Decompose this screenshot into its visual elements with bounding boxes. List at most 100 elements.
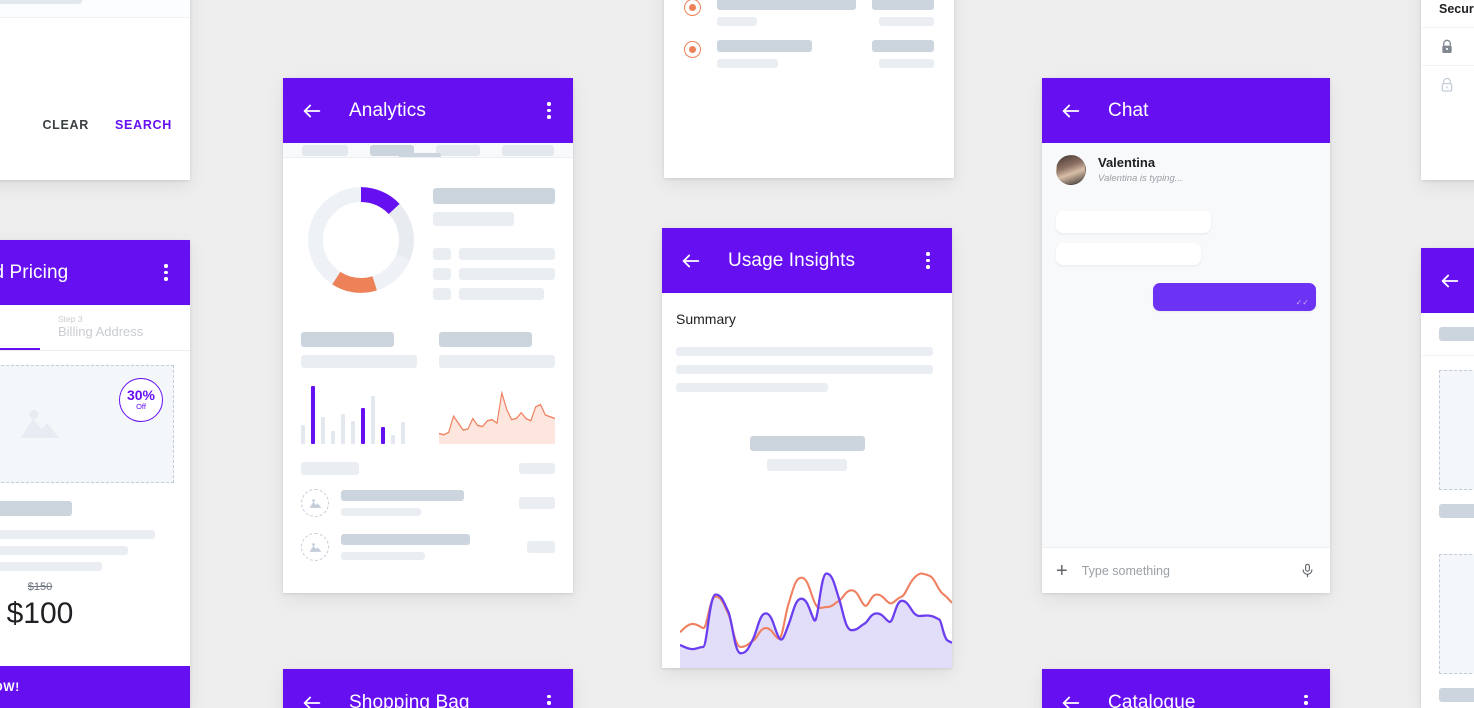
bar	[301, 424, 305, 444]
security-settings-card: $ Security	[1421, 0, 1474, 180]
metric-subtitle-placeholder	[439, 355, 555, 368]
timeline-row-title	[717, 0, 856, 10]
list-item[interactable]	[301, 489, 555, 517]
step-billing-address[interactable]: Step 3 Billing Address	[40, 305, 190, 350]
image-placeholder-icon	[20, 409, 60, 438]
pricing-stepper: Step 2 Pricing Step 3 Billing Address	[0, 305, 190, 351]
microphone-icon[interactable]	[1300, 561, 1316, 581]
bar	[391, 435, 395, 444]
avatar	[1056, 155, 1086, 186]
step-active-indicator	[0, 347, 40, 350]
step-pricing[interactable]: Step 2 Pricing	[0, 305, 40, 350]
page-title: Analytics	[349, 99, 426, 121]
summary-heading: Summary	[676, 311, 736, 327]
message-input[interactable]: Type something	[1082, 564, 1286, 578]
step-pricing-label: Pricing	[0, 324, 40, 341]
usage-area-chart	[680, 563, 952, 668]
bar-highlight	[361, 408, 365, 444]
usage-appbar: Usage Insights	[662, 228, 952, 293]
back-arrow-icon[interactable]	[297, 96, 327, 126]
tab-4[interactable]	[502, 144, 554, 156]
analytics-list	[301, 462, 555, 561]
tab-1[interactable]	[302, 144, 348, 156]
settings-row-security[interactable]: Security	[1421, 0, 1474, 28]
summary-line	[676, 347, 933, 356]
donut-section	[301, 180, 555, 308]
chat-composer: + Type something	[1042, 547, 1330, 593]
chat-contact-header[interactable]: Valentina Valentina is typing...	[1042, 143, 1330, 198]
search-button[interactable]: SEARCH	[115, 118, 172, 132]
right-card-line	[1439, 688, 1474, 702]
donut-chart	[308, 187, 414, 293]
analytics-appbar: Analytics	[283, 78, 573, 143]
plus-icon[interactable]: +	[1056, 561, 1068, 581]
lock-filled-icon	[1442, 39, 1452, 53]
legend-item	[433, 248, 555, 260]
overflow-menu-icon[interactable]	[539, 99, 559, 123]
tab-3[interactable]	[436, 144, 480, 156]
settings-row-lock-outline[interactable]	[1421, 66, 1474, 104]
area-chart	[439, 386, 555, 444]
legend-swatch	[433, 248, 451, 260]
settings-security-label: Security	[1439, 1, 1474, 16]
metrics-section	[301, 332, 555, 444]
analytics-card: Analytics	[283, 78, 573, 593]
back-arrow-icon[interactable]	[676, 246, 706, 276]
summary-line	[676, 383, 828, 392]
image-placeholder-box	[1439, 554, 1474, 674]
right-card-body	[1421, 313, 1474, 708]
timeline-row-sub	[717, 59, 779, 68]
right-card-line	[1439, 504, 1474, 518]
contact-name: Valentina	[1098, 155, 1156, 170]
chat-bubble-incoming	[1056, 243, 1201, 266]
search-dialog-card: CLEAR SEARCH	[0, 0, 190, 180]
settings-row-lock-filled[interactable]	[1421, 28, 1474, 66]
metric-bar-chart-block	[301, 332, 417, 444]
pricing-appbar: tiered Pricing	[0, 240, 190, 305]
chat-bubble-outgoing: ✓✓	[1153, 283, 1316, 312]
metric-area-chart-block	[439, 332, 555, 444]
page-title: Catalogue	[1108, 692, 1196, 708]
list-item[interactable]	[301, 533, 555, 561]
list-item-title	[341, 534, 470, 545]
list-header-label	[301, 462, 359, 475]
timeline-dot-icon	[684, 41, 701, 58]
usage-insights-card: Usage Insights Summary	[662, 228, 952, 668]
image-placeholder-icon	[301, 489, 329, 517]
product-desc-line	[0, 562, 102, 571]
step-billing-number: Step 3	[58, 313, 83, 324]
timeline-row[interactable]	[684, 40, 934, 68]
back-arrow-icon[interactable]	[1056, 96, 1086, 126]
catalogue-appbar: Catalogue	[1042, 669, 1330, 708]
bar	[331, 431, 335, 444]
bar-chart	[301, 386, 417, 444]
search-field-2[interactable]	[0, 0, 190, 18]
image-placeholder-icon	[301, 533, 329, 561]
clear-button[interactable]: CLEAR	[42, 118, 89, 132]
chat-contact-text: Valentina Valentina is typing...	[1098, 155, 1183, 185]
timeline-row-meta-sub	[879, 59, 934, 68]
back-arrow-icon[interactable]	[1056, 688, 1086, 708]
product-desc-line	[0, 546, 129, 555]
timeline-row-text	[717, 40, 856, 68]
overflow-menu-icon[interactable]	[1296, 691, 1316, 708]
purchase-now-button[interactable]: PURCHASE NOW!	[0, 666, 190, 708]
list-item-title	[341, 490, 464, 501]
current-price: $100	[6, 597, 74, 630]
timeline-row-title	[717, 40, 812, 52]
price-block: $150 $100	[0, 581, 174, 631]
overflow-menu-icon[interactable]	[539, 691, 559, 708]
page-title: Chat	[1108, 99, 1149, 121]
catalogue-detail-card	[1421, 248, 1474, 708]
back-arrow-icon[interactable]	[297, 688, 327, 708]
overflow-menu-icon[interactable]	[156, 261, 176, 285]
legend-label	[459, 268, 555, 280]
timeline-row-meta-value	[872, 0, 934, 10]
timeline-row[interactable]	[684, 0, 934, 26]
overflow-menu-icon[interactable]	[918, 249, 938, 273]
metric-subtitle-placeholder	[301, 355, 417, 368]
back-arrow-icon[interactable]	[1435, 266, 1465, 296]
list-item-sub	[341, 508, 421, 516]
legend-label	[459, 248, 555, 260]
lock-outline-icon	[1441, 77, 1453, 92]
